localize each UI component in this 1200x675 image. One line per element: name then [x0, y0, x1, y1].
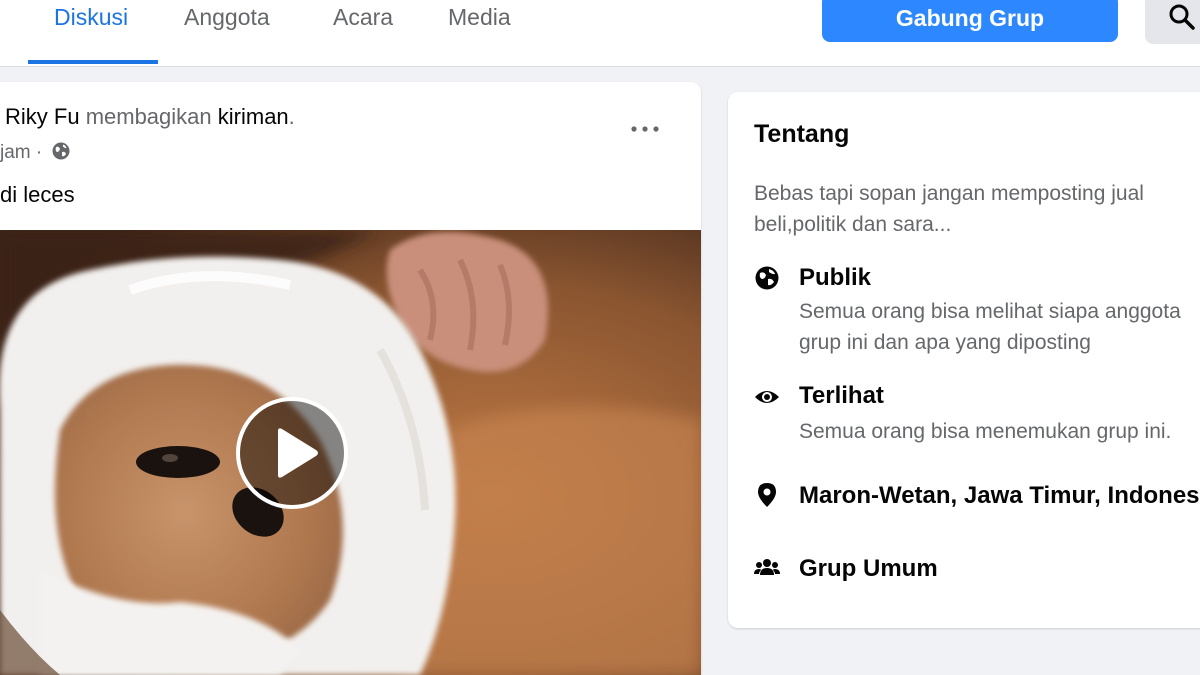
post-options-button[interactable]: [625, 114, 665, 144]
post-action-text: membagikan: [85, 104, 212, 129]
meta-separator: ·: [35, 142, 43, 163]
post-video-thumbnail[interactable]: [0, 230, 701, 675]
about-description-line: Bebas tapi sopan jangan memposting jual: [754, 182, 1144, 205]
facebook-group-page: Diskusi Anggota Acara Media Gabung Grup …: [0, 0, 1200, 675]
play-button[interactable]: [236, 397, 348, 509]
post-author-name[interactable]: Riky Fu: [5, 104, 80, 129]
active-tab-indicator: [28, 60, 158, 64]
about-item-desc-line: grup ini dan apa yang diposting: [799, 331, 1091, 354]
video-frame-illustration: [0, 230, 701, 675]
about-item-desc-publik: Semua orang bisa melihat siapa anggota g…: [799, 296, 1200, 358]
post-object-link[interactable]: kiriman: [218, 104, 289, 129]
tab-media[interactable]: Media: [448, 0, 511, 62]
post-timestamp[interactable]: jam: [0, 142, 31, 163]
about-item-title-terlihat: Terlihat: [799, 382, 884, 409]
tab-diskusi[interactable]: Diskusi: [54, 0, 128, 62]
about-item-desc-line: Semua orang bisa melihat siapa anggota: [799, 300, 1181, 323]
search-button[interactable]: [1145, 0, 1200, 44]
about-description-line: beli,politik dan sara...: [754, 213, 952, 236]
group-tab-bar: Diskusi Anggota Acara Media Gabung Grup: [0, 0, 1200, 67]
post-meta: jam ·: [0, 141, 71, 165]
tab-anggota[interactable]: Anggota: [184, 0, 270, 62]
globe-icon: [755, 266, 779, 290]
about-title: Tentang: [754, 120, 850, 148]
tab-acara[interactable]: Acara: [333, 0, 393, 62]
post-header-period: .: [288, 104, 295, 129]
location-pin-icon: [758, 483, 776, 507]
about-item-desc-terlihat: Semua orang bisa menemukan grup ini.: [799, 416, 1200, 447]
post-text: di leces: [0, 182, 75, 207]
about-item-group-type: Grup Umum: [799, 555, 938, 582]
about-item-location: Maron-Wetan, Jawa Timur, Indonesia: [799, 482, 1200, 509]
join-group-button[interactable]: Gabung Grup: [822, 0, 1118, 42]
globe-icon: [52, 142, 70, 160]
eye-icon: [755, 391, 779, 403]
about-item-desc-line: Semua orang bisa menemukan grup ini.: [799, 420, 1172, 443]
about-card: [728, 92, 1200, 628]
search-icon: [1169, 4, 1195, 30]
post-header: Riky Fu membagikan kiriman.: [5, 104, 295, 130]
about-item-title-publik: Publik: [799, 264, 872, 291]
about-description: Bebas tapi sopan jangan memposting jual …: [754, 178, 1200, 240]
play-icon: [278, 428, 318, 478]
more-dots-icon: [631, 126, 659, 132]
people-icon: [754, 559, 780, 575]
